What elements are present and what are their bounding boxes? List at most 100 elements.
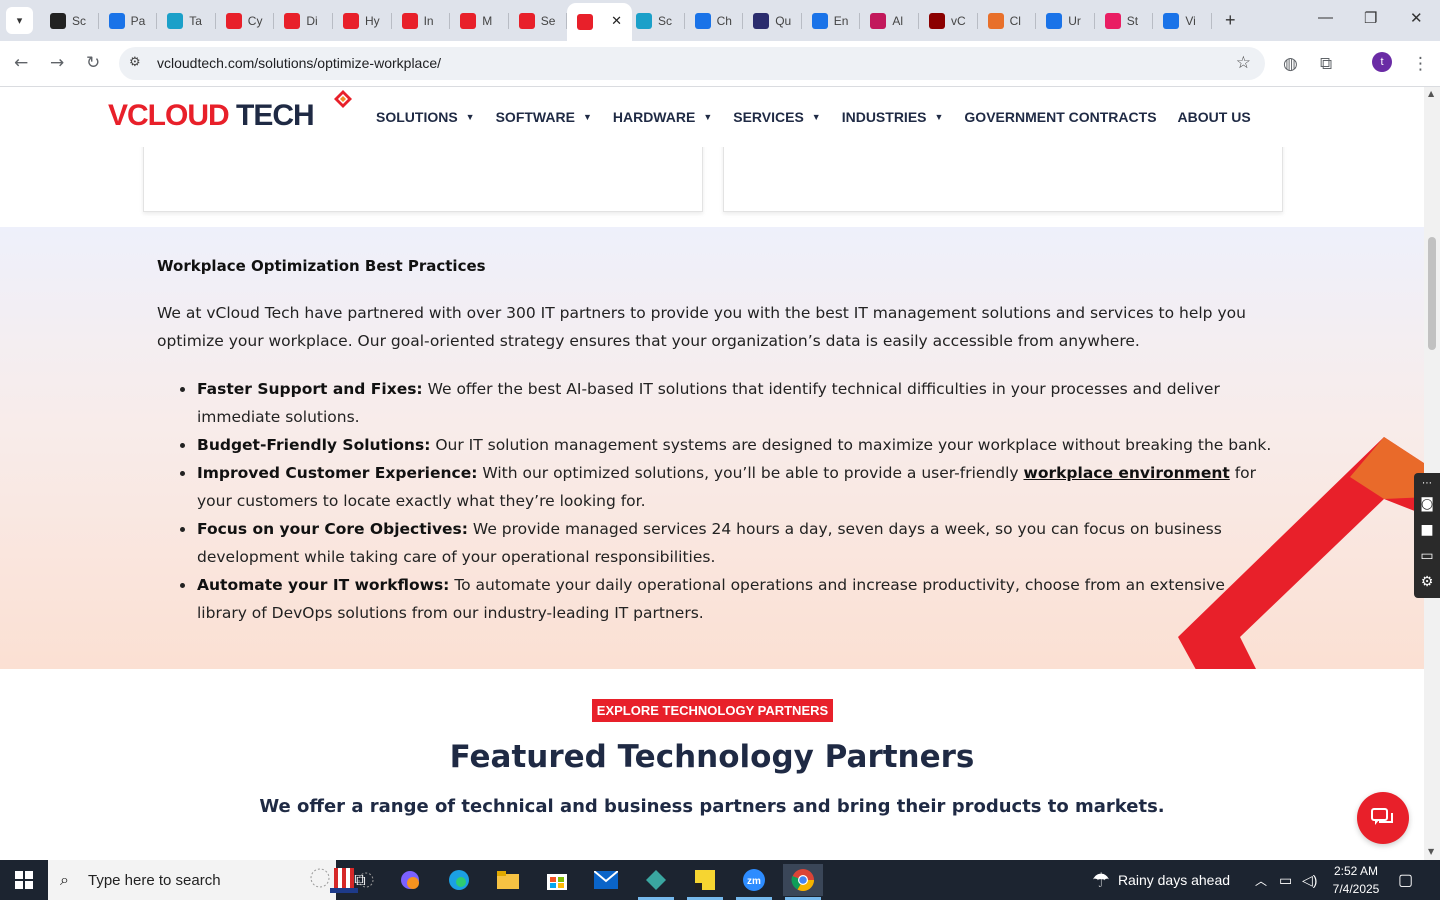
browser-tab[interactable]: St — [1095, 5, 1154, 36]
back-button[interactable]: ← — [14, 53, 28, 73]
translate-icon[interactable]: ◍ — [1283, 54, 1298, 74]
nav-item-hardware[interactable]: HARDWARE ▼ — [613, 109, 712, 125]
task-view-button[interactable]: ⧉ — [340, 864, 380, 896]
extensions-icon[interactable]: ⧉ — [1320, 54, 1332, 74]
nav-item-solutions[interactable]: SOLUTIONS ▼ — [376, 109, 475, 125]
browser-tab[interactable]: Hy — [333, 5, 392, 36]
bookmark-star-icon[interactable]: ☆ — [1236, 53, 1251, 73]
sticky-notes-icon — [695, 870, 715, 890]
partners-title: Featured Technology Partners — [449, 739, 975, 775]
system-clock[interactable]: 2:52 AM 7/4/2025 — [1326, 862, 1386, 898]
sticky-notes-app[interactable] — [685, 864, 725, 900]
video-icon[interactable]: ■ — [1418, 521, 1436, 539]
browser-toolbar: ← → ↻ ⚙ vcloudtech.com/solutions/optimiz… — [0, 41, 1440, 87]
browser-tab[interactable]: En — [802, 5, 861, 36]
tab-title: Qu — [775, 13, 792, 28]
practice-item: Budget-Friendly Solutions: Our IT soluti… — [180, 431, 1277, 459]
zoom-app[interactable]: zm — [734, 864, 774, 900]
network-icon[interactable]: ▭ — [1279, 860, 1292, 900]
browser-tab[interactable]: Al — [860, 5, 919, 36]
window-capture-icon[interactable]: ▭ — [1418, 547, 1436, 565]
scroll-up-arrow-icon[interactable]: ▲ — [1428, 89, 1434, 98]
browser-tab[interactable]: Ta — [157, 5, 216, 36]
nav-item-software[interactable]: SOFTWARE ▼ — [496, 109, 592, 125]
browser-tab[interactable]: Cl — [978, 5, 1037, 36]
main-nav: SOLUTIONS ▼ SOFTWARE ▼ HARDWARE ▼ SERVICES ▼ IND… — [376, 109, 1272, 125]
app-pinned[interactable] — [636, 864, 676, 900]
browser-tab[interactable]: Di — [274, 5, 333, 36]
browser-tab[interactable]: Pa — [99, 5, 158, 36]
browser-tab[interactable]: Ur — [1036, 5, 1095, 36]
mail-app[interactable] — [586, 864, 626, 896]
nav-item-industries[interactable]: INDUSTRIES ▼ — [842, 109, 944, 125]
practice-text: Our IT solution management systems are d… — [430, 436, 1272, 454]
settings-gear-icon[interactable]: ⚙ — [1418, 573, 1436, 591]
weather-widget[interactable]: ☂ Rainy days ahead — [1092, 860, 1230, 900]
workplace-environment-link[interactable]: workplace environment — [1024, 464, 1230, 482]
browser-tab[interactable]: Sc — [626, 5, 685, 36]
notifications-icon[interactable]: ▢ — [1398, 860, 1413, 900]
browser-tab[interactable]: vC — [919, 5, 978, 36]
task-view-icon: ⧉ — [354, 870, 366, 889]
taskbar-search[interactable]: ⌕ Type here to search — [48, 860, 374, 900]
url-text[interactable]: vcloudtech.com/solutions/optimize-workpl… — [157, 55, 441, 71]
more-icon[interactable]: ⋯ — [1418, 475, 1436, 493]
file-explorer-app[interactable] — [488, 864, 528, 896]
nav-item-services[interactable]: SERVICES ▼ — [733, 109, 820, 125]
new-tab-button[interactable]: + — [1225, 10, 1236, 31]
browser-tab[interactable]: Qu — [743, 5, 802, 36]
practice-title: Improved Customer Experience: — [197, 464, 478, 482]
tab-favicon-icon — [1046, 12, 1063, 29]
browser-tab[interactable]: Cy — [216, 5, 275, 36]
mail-icon — [594, 871, 618, 889]
logo-v: V — [108, 99, 128, 132]
close-tab-icon[interactable]: ✕ — [611, 13, 622, 29]
tab-favicon-icon — [987, 12, 1004, 29]
browser-tab[interactable]: Vi — [1153, 5, 1212, 36]
nav-item-label: SOLUTIONS — [376, 109, 458, 125]
edge-app[interactable] — [439, 864, 479, 896]
nav-item-label: INDUSTRIES — [841, 109, 927, 125]
restore-button[interactable]: ❐ — [1364, 9, 1377, 27]
browser-tab[interactable]: M — [450, 5, 509, 36]
close-window-button[interactable]: ✕ — [1410, 9, 1423, 27]
tab-title: Al — [892, 13, 904, 28]
profile-avatar[interactable]: t — [1372, 52, 1392, 72]
tab-favicon-icon — [694, 12, 711, 29]
browser-tab[interactable]: Ch — [685, 5, 744, 36]
copilot-icon — [401, 871, 419, 889]
partners-subtitle: We offer a range of technical and busine… — [259, 796, 1165, 817]
start-button[interactable] — [0, 860, 48, 900]
nav-item-about-us[interactable]: ABOUT US — [1178, 109, 1251, 125]
minimize-button[interactable]: — — [1318, 9, 1333, 26]
address-bar[interactable]: ⚙ vcloudtech.com/solutions/optimize-work… — [119, 47, 1265, 80]
vcloud-logo[interactable]: VCLOUD TECH — [108, 99, 315, 133]
scroll-down-arrow-icon[interactable]: ▼ — [1428, 847, 1434, 856]
site-info-icon[interactable]: ⚙ — [129, 55, 145, 71]
explore-partners-button[interactable]: EXPLORE TECHNOLOGY PARTNERS — [592, 699, 833, 722]
browser-tab[interactable]: In — [392, 5, 451, 36]
store-app[interactable] — [537, 864, 577, 896]
tab-search-button[interactable]: ▾ — [6, 7, 33, 34]
tab-favicon-icon — [1104, 12, 1121, 29]
weather-text: Rainy days ahead — [1117, 872, 1231, 888]
chat-button[interactable] — [1357, 792, 1409, 844]
browser-tab[interactable]: Se — [509, 5, 568, 36]
tab-title: Ch — [716, 13, 732, 28]
browser-tab-active[interactable]: ✕ — [567, 3, 632, 41]
tab-title: In — [423, 13, 434, 28]
forward-button[interactable]: → — [50, 53, 64, 73]
chrome-app[interactable] — [783, 864, 823, 900]
camera-icon[interactable]: ◙ — [1418, 495, 1436, 513]
volume-icon[interactable]: ◁) — [1302, 860, 1317, 900]
store-icon — [547, 874, 567, 890]
scrollbar-thumb[interactable] — [1428, 237, 1436, 350]
chevron-down-icon: ▾ — [16, 14, 23, 27]
copilot-app[interactable] — [390, 864, 430, 896]
menu-kebab-icon[interactable]: ⋮ — [1412, 54, 1429, 74]
tab-favicon-icon — [50, 12, 66, 29]
nav-item-government-contracts[interactable]: GOVERNMENT CONTRACTS — [964, 109, 1156, 125]
reload-button[interactable]: ↻ — [86, 53, 100, 73]
browser-tab[interactable]: Sc — [40, 5, 99, 36]
chevron-up-icon[interactable]: ︿ — [1255, 860, 1267, 900]
